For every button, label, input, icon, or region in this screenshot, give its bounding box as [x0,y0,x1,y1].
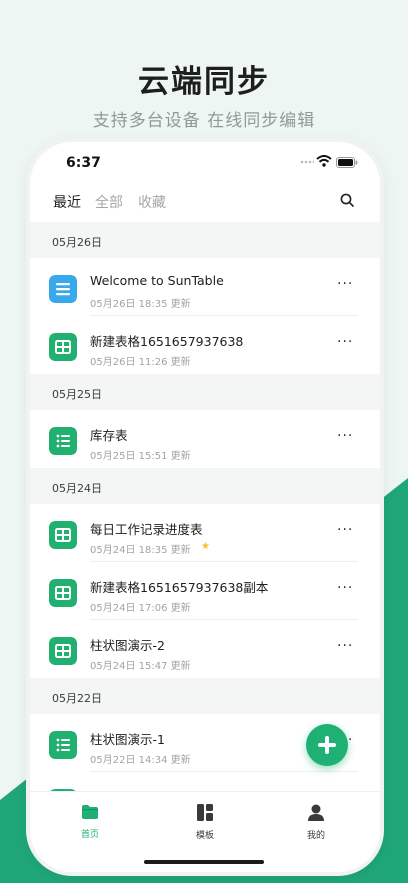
sheet-list-icon [49,427,77,455]
sheet-grid-icon [49,579,77,607]
file-updated-time: 05月24日 18:35 更新 [90,545,191,556]
doc-lines-icon [49,275,77,303]
sheet-grid-icon [49,521,77,549]
sheet-list-icon [49,731,77,759]
file-row[interactable]: 每日工作记录进度表 05月24日 18:35 更新 ★ ··· [30,504,380,562]
tab-recent[interactable]: 最近 [53,192,81,212]
plus-icon-stem [325,736,329,754]
date-header-label: 05月26日 [52,236,102,249]
template-icon [197,804,213,821]
tab-all[interactable]: 全部 [95,192,123,212]
nav-profile[interactable]: 我的 [286,804,346,841]
sheet-grid-icon [49,333,77,361]
hero-subtitle: 支持多台设备 在线同步编辑 [92,111,316,131]
file-name: 新建表格1651657937638副本 [90,580,269,595]
more-options-button[interactable]: ··· [337,334,353,350]
date-header-label: 05月22日 [52,692,102,705]
more-options-button[interactable]: ··· [337,522,353,538]
signal-icon [300,160,314,164]
file-updated-time: 05月24日 17:06 更新 [90,603,191,614]
file-name: 柱状图演示-1 [90,732,165,747]
nav-templates[interactable]: 模板 [175,804,235,841]
phone-screen: 6:37 最近 全部 收藏 05月26日 Welcome to SunTable 0… [30,142,380,872]
home-indicator [144,860,264,864]
tab-favorites[interactable]: 收藏 [138,192,166,212]
more-options-button[interactable]: ··· [337,428,353,444]
add-button[interactable] [306,724,348,766]
folder-icon [82,805,98,819]
nav-home-label: 首页 [80,830,99,840]
more-options-button[interactable]: ··· [337,580,353,596]
nav-profile-label: 我的 [306,831,325,841]
date-header: 05月26日 [30,222,380,258]
file-row[interactable]: 柱状图演示-2 05月24日 15:47 更新 ··· [30,620,380,678]
search-icon[interactable] [340,193,354,207]
file-name: 新建表格1651657937638 [90,334,244,349]
file-row[interactable]: 新建表格1651657937638副本 05月24日 17:06 更新 ··· [30,562,380,620]
date-header: 05月25日 [30,374,380,410]
hero-title: 云端同步 [138,64,270,100]
file-updated-time: 05月25日 15:51 更新 [90,451,191,462]
file-name: 柱状图演示-2 [90,638,165,653]
more-options-button[interactable]: ··· [337,638,353,654]
file-row[interactable]: Welcome to SunTable 05月26日 18:35 更新 ··· [30,258,380,316]
star-icon: ★ [201,541,210,552]
file-updated-time: 05月24日 15:47 更新 [90,661,191,672]
file-updated-time: 05月26日 11:26 更新 [90,357,191,368]
date-header: 05月24日 [30,468,380,504]
file-updated-time: 05月22日 14:34 更新 [90,755,191,766]
status-time: 6:37 [66,155,101,171]
wifi-icon [316,155,332,167]
more-options-button[interactable]: ··· [337,276,353,292]
file-row[interactable]: 新建表格1651657937638 05月26日 11:26 更新 ··· [30,316,380,374]
file-updated-time: 05月26日 18:35 更新 [90,299,191,310]
file-name: Welcome to SunTable [90,273,224,288]
file-name: 库存表 [90,428,128,443]
date-header-label: 05月25日 [52,388,102,401]
date-header: 05月22日 [30,678,380,714]
sheet-grid-icon [49,637,77,665]
battery-icon [336,157,358,168]
file-row[interactable]: 库存表 05月25日 15:51 更新 ··· [30,410,380,468]
nav-home[interactable]: 首页 [60,804,120,840]
person-icon [308,804,324,821]
status-bar: 6:37 [30,142,380,182]
date-header-label: 05月24日 [52,482,102,495]
nav-templates-label: 模板 [195,831,214,841]
file-name: 每日工作记录进度表 [90,522,203,537]
